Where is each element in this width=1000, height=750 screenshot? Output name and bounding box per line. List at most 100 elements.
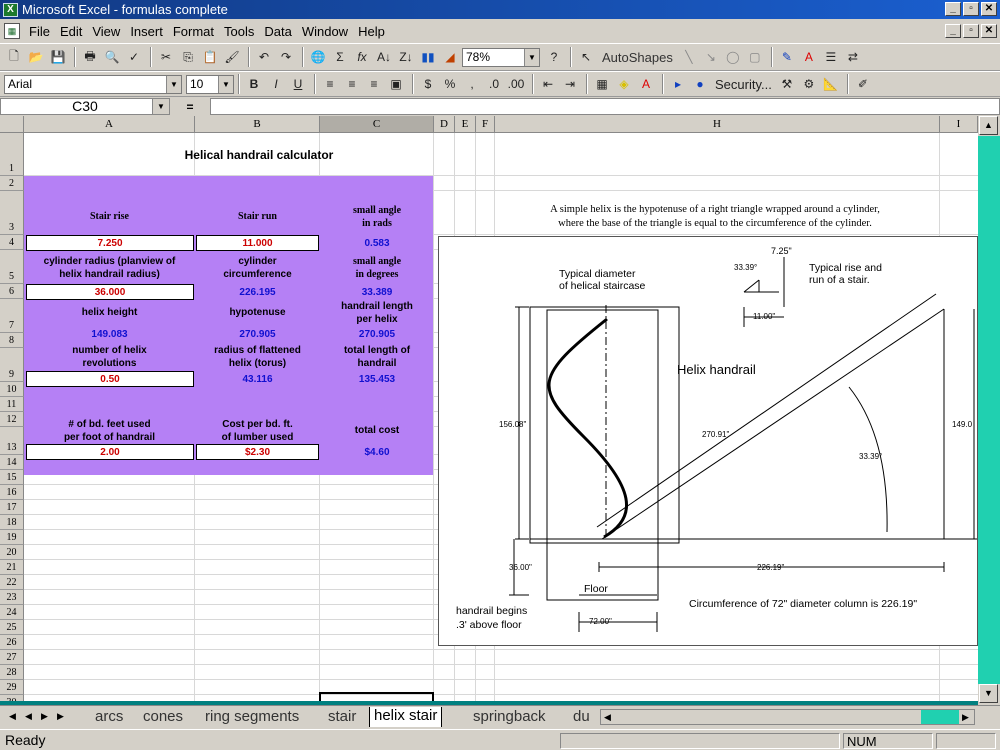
menu-view[interactable]: View bbox=[87, 24, 125, 39]
menu-format[interactable]: Format bbox=[168, 24, 219, 39]
col-header-h[interactable]: H bbox=[495, 116, 940, 133]
new-icon[interactable]: 🗋 bbox=[4, 47, 24, 67]
name-box[interactable]: C30 ▼ bbox=[0, 98, 170, 115]
controls-icon[interactable]: ⚒ bbox=[777, 74, 797, 94]
menu-help[interactable]: Help bbox=[353, 24, 390, 39]
copy-icon[interactable]: ⎘ bbox=[178, 47, 198, 67]
col-header-b[interactable]: B bbox=[195, 116, 320, 133]
tab-du[interactable]: du bbox=[573, 708, 590, 726]
workbook-icon[interactable]: ▦ bbox=[4, 23, 20, 39]
font-size-select[interactable]: 10 ▼ bbox=[186, 74, 234, 94]
row-header[interactable]: 16 bbox=[0, 485, 24, 500]
decrease-decimal-icon[interactable]: .00 bbox=[506, 74, 526, 94]
menu-edit[interactable]: Edit bbox=[55, 24, 87, 39]
first-sheet-button[interactable]: ◀ bbox=[6, 710, 19, 723]
line-style-icon[interactable]: ☰ bbox=[821, 47, 841, 67]
cylinder-radius-input[interactable]: 36.000 bbox=[26, 284, 194, 300]
tab-springback[interactable]: springback bbox=[473, 708, 546, 726]
bdft-input[interactable]: 2.00 bbox=[26, 444, 194, 460]
line-color-icon[interactable]: ✎ bbox=[777, 47, 797, 67]
scroll-down-button[interactable]: ▼ bbox=[979, 684, 998, 703]
row-header[interactable]: 27 bbox=[0, 650, 24, 665]
helix-diagram[interactable]: Typical diameter of helical staircase 7.… bbox=[438, 236, 978, 646]
worksheet-grid[interactable]: A B C D E F H I 1 2 3 4 5 6 7 8 9 10 11 12 13 14 15 16 1… bbox=[0, 116, 978, 701]
font-color2-icon[interactable]: A bbox=[636, 74, 656, 94]
script-icon[interactable]: ✐ bbox=[853, 74, 873, 94]
save-icon[interactable]: 💾 bbox=[48, 47, 68, 67]
security-button[interactable]: Security... bbox=[712, 74, 775, 94]
hyperlink-icon[interactable]: 🌐 bbox=[308, 47, 328, 67]
menu-window[interactable]: Window bbox=[297, 24, 353, 39]
maximize-button[interactable]: ▫ bbox=[963, 2, 979, 16]
tab-arcs[interactable]: arcs bbox=[95, 708, 123, 726]
fill-color-icon[interactable]: ◈ bbox=[614, 74, 634, 94]
redo-icon[interactable]: ↷ bbox=[276, 47, 296, 67]
doc-close-button[interactable]: ✕ bbox=[981, 24, 997, 38]
increase-decimal-icon[interactable]: .0 bbox=[484, 74, 504, 94]
row-header[interactable]: 9 bbox=[0, 348, 24, 382]
oval-icon[interactable]: ◯ bbox=[723, 47, 743, 67]
rectangle-icon[interactable]: ▢ bbox=[745, 47, 765, 67]
align-right-icon[interactable]: ≡ bbox=[364, 74, 384, 94]
borders-icon[interactable]: ▦ bbox=[592, 74, 612, 94]
doc-minimize-button[interactable]: _ bbox=[945, 24, 961, 38]
drawing-icon[interactable]: ◢ bbox=[440, 47, 460, 67]
font-color-icon[interactable]: A bbox=[799, 47, 819, 67]
horizontal-scrollbar[interactable]: ◀ ▶ bbox=[600, 709, 975, 725]
tab-stair[interactable]: stair bbox=[328, 708, 356, 726]
play-icon[interactable]: ▸ bbox=[668, 74, 688, 94]
hscroll-thumb[interactable] bbox=[921, 710, 959, 724]
design-mode-icon[interactable]: 📐 bbox=[821, 74, 841, 94]
row-header[interactable]: 23 bbox=[0, 590, 24, 605]
tab-cones[interactable]: cones bbox=[143, 708, 183, 726]
arrow-icon[interactable]: ↘ bbox=[701, 47, 721, 67]
align-center-icon[interactable]: ≡ bbox=[342, 74, 362, 94]
decrease-indent-icon[interactable]: ⇤ bbox=[538, 74, 558, 94]
row-header[interactable]: 4 bbox=[0, 235, 24, 250]
col-header-d[interactable]: D bbox=[434, 116, 455, 133]
row-header[interactable]: 8 bbox=[0, 333, 24, 348]
align-left-icon[interactable]: ≡ bbox=[320, 74, 340, 94]
col-header-e[interactable]: E bbox=[455, 116, 476, 133]
col-header-c[interactable]: C bbox=[320, 116, 434, 133]
line-icon[interactable]: ╲ bbox=[679, 47, 699, 67]
row-header[interactable]: 12 bbox=[0, 412, 24, 427]
zoom-select[interactable]: 78% ▼ bbox=[462, 47, 540, 67]
row-header[interactable]: 11 bbox=[0, 397, 24, 412]
open-icon[interactable]: 📂 bbox=[26, 47, 46, 67]
scroll-right-button[interactable]: ▶ bbox=[959, 711, 972, 724]
menu-file[interactable]: File bbox=[24, 24, 55, 39]
print-preview-icon[interactable]: 🔍 bbox=[102, 47, 122, 67]
col-header-f[interactable]: F bbox=[476, 116, 495, 133]
row-header[interactable]: 22 bbox=[0, 575, 24, 590]
underline-button[interactable]: U bbox=[288, 74, 308, 94]
selected-cell[interactable] bbox=[319, 692, 434, 701]
row-header[interactable]: 18 bbox=[0, 515, 24, 530]
row-header[interactable]: 1 bbox=[0, 133, 24, 176]
currency-icon[interactable]: $ bbox=[418, 74, 438, 94]
italic-button[interactable]: I bbox=[266, 74, 286, 94]
last-sheet-button[interactable]: ▶ bbox=[54, 710, 67, 723]
tab-helix-stair[interactable]: helix stair bbox=[369, 707, 443, 727]
vertical-scrollbar[interactable]: ▲ ▼ bbox=[978, 116, 1000, 705]
merge-center-icon[interactable]: ▣ bbox=[386, 74, 406, 94]
row-header[interactable]: 15 bbox=[0, 470, 24, 485]
cost-input[interactable]: $2.30 bbox=[196, 444, 319, 460]
menu-tools[interactable]: Tools bbox=[219, 24, 259, 39]
function-icon[interactable]: fx bbox=[352, 47, 372, 67]
row-header[interactable]: 29 bbox=[0, 680, 24, 695]
row-header[interactable]: 10 bbox=[0, 382, 24, 397]
font-select[interactable]: Arial ▼ bbox=[4, 74, 182, 94]
tab-ring-segments[interactable]: ring segments bbox=[205, 708, 299, 726]
prev-sheet-button[interactable]: ◀ bbox=[22, 710, 35, 723]
autoshapes-menu[interactable]: AutoShapes bbox=[598, 47, 677, 67]
format-painter-icon[interactable]: 🖌 bbox=[222, 47, 242, 67]
minimize-button[interactable]: _ bbox=[945, 2, 961, 16]
row-header[interactable]: 17 bbox=[0, 500, 24, 515]
help-icon[interactable]: ? bbox=[544, 47, 564, 67]
print-icon[interactable]: 🖶 bbox=[80, 47, 100, 67]
row-header[interactable]: 21 bbox=[0, 560, 24, 575]
paste-icon[interactable]: 📋 bbox=[200, 47, 220, 67]
row-header[interactable]: 5 bbox=[0, 250, 24, 284]
cut-icon[interactable]: ✂ bbox=[156, 47, 176, 67]
